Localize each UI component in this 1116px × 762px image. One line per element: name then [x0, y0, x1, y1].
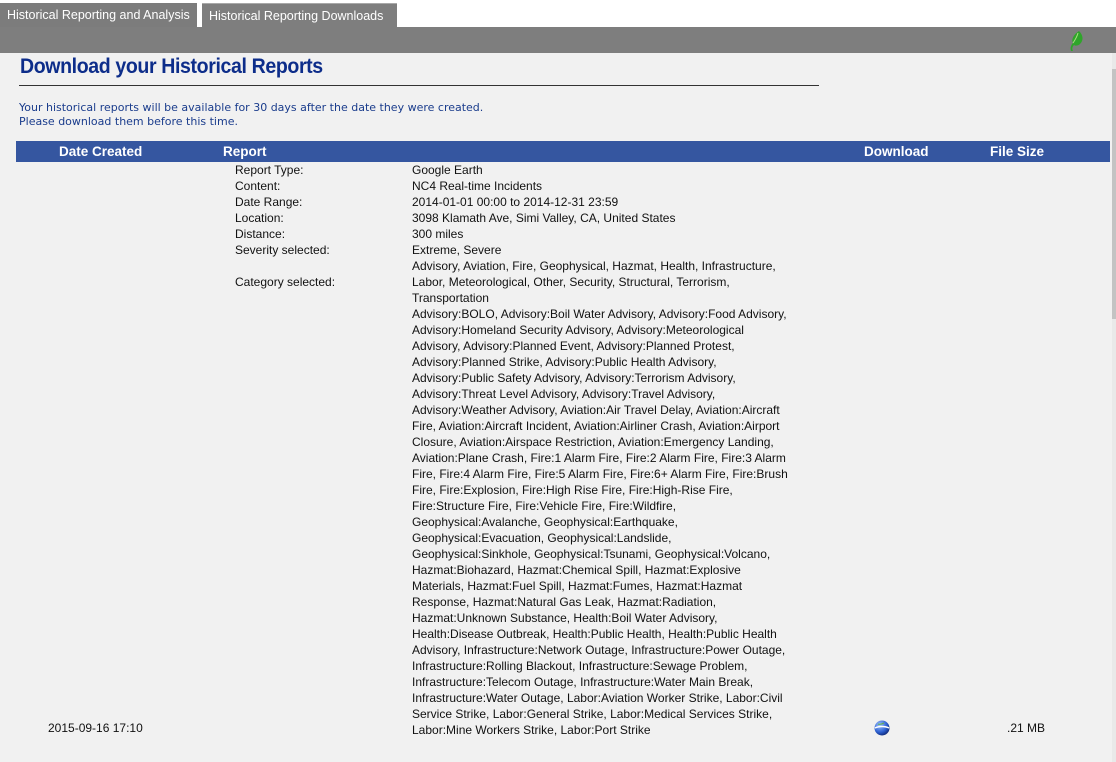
reports-table-header: Date Created Report Download File Size — [16, 141, 1110, 162]
column-header-download: Download — [864, 144, 929, 159]
content-value: NC4 Real-time Incidents — [412, 179, 543, 193]
severity-label: Severity selected: — [235, 243, 330, 257]
google-earth-globe-icon[interactable] — [874, 720, 890, 736]
scrollbar-thumb[interactable] — [1112, 69, 1116, 319]
severity-value: Extreme, Severe — [412, 243, 502, 257]
category-label: Category selected: — [235, 275, 336, 289]
column-header-file-size: File Size — [990, 144, 1045, 159]
file-size-cell: .21 MB — [1007, 721, 1046, 735]
title-divider — [19, 85, 819, 86]
notice-line-2: Please download them before this time. — [19, 115, 238, 128]
report-type-value: Google Earth — [412, 163, 483, 177]
content-label: Content: — [235, 179, 281, 193]
date-range-label: Date Range: — [235, 195, 303, 209]
subcategory-value: Advisory:BOLO, Advisory:Boil Water Advis… — [412, 307, 788, 737]
tab-historical-reporting-analysis[interactable]: Historical Reporting and Analysis — [0, 3, 197, 27]
retention-notice: Your historical reports will be availabl… — [19, 101, 483, 129]
date-range-value: 2014-01-01 00:00 to 2014-12-31 23:59 — [412, 195, 619, 209]
notice-line-1: Your historical reports will be availabl… — [19, 101, 484, 114]
tab-bar: Historical Reporting and Analysis Histor… — [0, 0, 1116, 27]
top-toolbar — [0, 27, 1116, 53]
location-value: 3098 Klamath Ave, Simi Valley, CA, Unite… — [412, 211, 676, 225]
vertical-scrollbar[interactable] — [1112, 53, 1116, 762]
date-created-cell: 2015-09-16 17:10 — [48, 721, 143, 735]
location-label: Location: — [235, 211, 284, 225]
column-header-report: Report — [223, 144, 267, 159]
table-row: Report Type: Google Earth Content: NC4 R… — [16, 162, 1110, 762]
distance-value: 300 miles — [412, 227, 464, 241]
main-content: Download your Historical Reports Your hi… — [0, 53, 1112, 762]
distance-label: Distance: — [235, 227, 286, 241]
green-leaf-icon — [1070, 31, 1083, 51]
category-value: Advisory, Aviation, Fire, Geophysical, H… — [412, 259, 776, 305]
column-header-date-created: Date Created — [59, 144, 143, 159]
tab-historical-reporting-downloads[interactable]: Historical Reporting Downloads — [202, 3, 397, 27]
page-title: Download your Historical Reports — [20, 55, 323, 78]
report-type-label: Report Type: — [235, 163, 304, 177]
